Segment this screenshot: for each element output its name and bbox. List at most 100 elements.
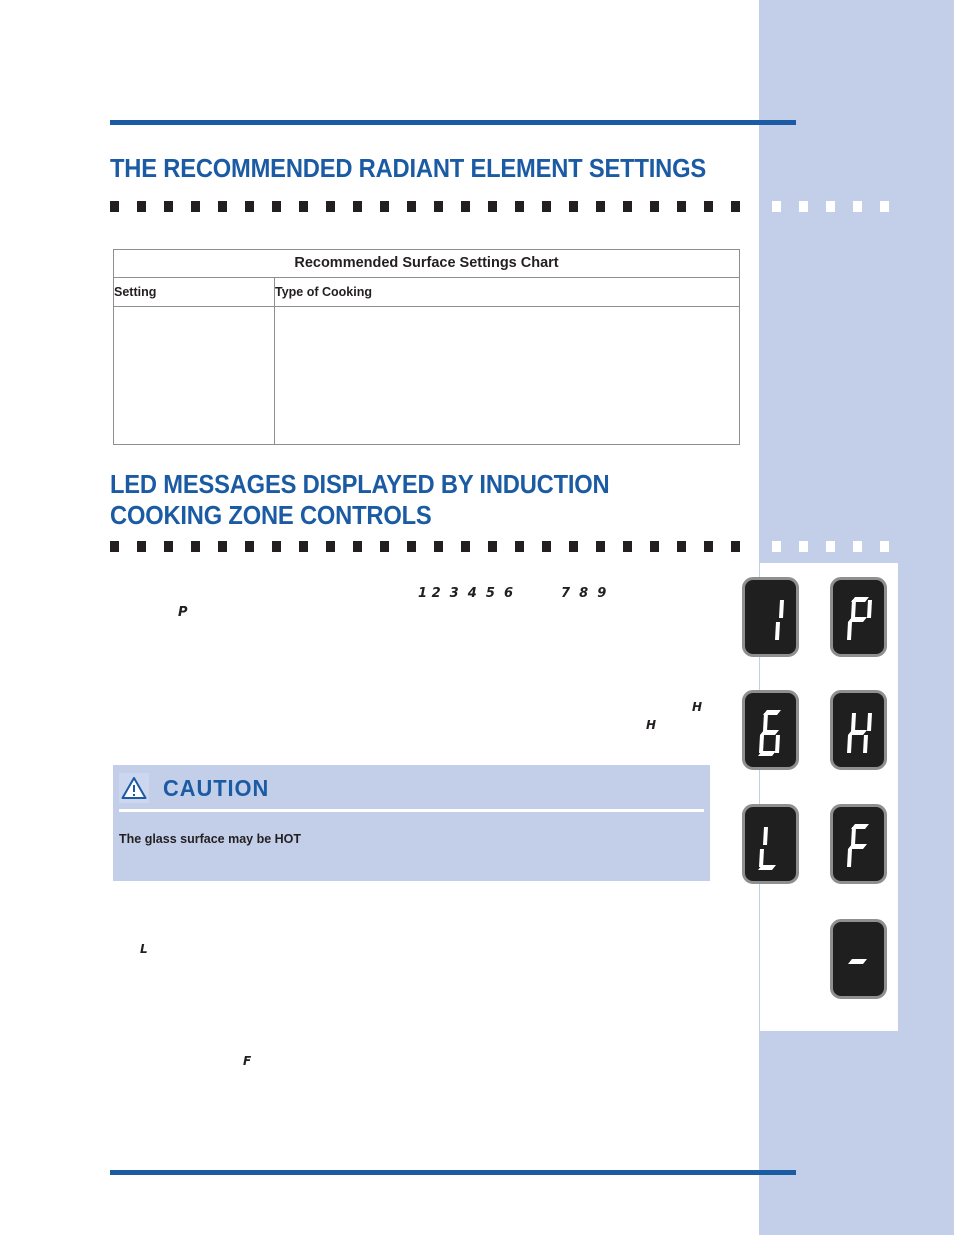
separator-dot <box>515 201 524 212</box>
led-seven-segment-icon <box>833 580 884 654</box>
separator-dot <box>245 541 254 552</box>
led-tile-H <box>830 690 887 770</box>
led-segment-f <box>851 713 856 731</box>
led-segment-f <box>851 827 856 845</box>
separator-dot <box>569 541 578 552</box>
separator-dot <box>272 201 281 212</box>
led-segment-e <box>759 735 764 753</box>
led-segment-g <box>848 959 867 964</box>
led-segment-b <box>867 600 872 618</box>
separator-dot <box>407 541 416 552</box>
dotted-separator-sidebar-1 <box>772 201 907 212</box>
led-segment-b <box>779 600 784 618</box>
separator-dot <box>137 541 146 552</box>
separator-dot <box>623 541 632 552</box>
separator-dot <box>353 541 362 552</box>
separator-dot <box>826 541 835 552</box>
separator-dot <box>731 201 740 212</box>
table-title: Recommended Surface Settings Chart <box>113 249 740 278</box>
separator-dot <box>853 541 862 552</box>
column-header-setting: Setting <box>113 277 275 307</box>
led-segment-f <box>851 600 856 618</box>
led-tile-P <box>830 577 887 657</box>
led-tile-L <box>742 804 799 884</box>
header-rule <box>110 120 796 125</box>
separator-dot <box>880 541 889 552</box>
caution-divider <box>119 809 704 812</box>
separator-dot <box>137 201 146 212</box>
separator-dot <box>353 201 362 212</box>
warning-triangle-icon <box>119 773 149 803</box>
separator-dot <box>218 201 227 212</box>
separator-dot <box>110 201 119 212</box>
separator-dot <box>677 541 686 552</box>
led-seven-segment-icon <box>833 807 884 881</box>
separator-dot <box>407 201 416 212</box>
separator-dot <box>772 201 781 212</box>
separator-dot <box>110 541 119 552</box>
led-tile-F <box>830 804 887 884</box>
caution-message: The glass surface may be HOT <box>119 832 302 846</box>
caution-header: CAUTION <box>113 765 710 811</box>
footer-rule <box>110 1170 796 1175</box>
separator-dot <box>164 201 173 212</box>
caution-box: CAUTION The glass surface may be HOT <box>113 765 710 881</box>
caution-title: CAUTION <box>163 774 270 801</box>
led-segment-g <box>848 617 867 622</box>
led-tile-6 <box>742 690 799 770</box>
led-seven-segment-icon <box>833 693 884 767</box>
separator-dot <box>731 541 740 552</box>
dotted-separator-1 <box>110 201 758 212</box>
separator-dot <box>880 201 889 212</box>
separator-dot <box>650 541 659 552</box>
separator-dot <box>434 541 443 552</box>
led-segment-g <box>848 844 867 849</box>
separator-dot <box>191 201 200 212</box>
inline-led-glyph: P <box>178 605 188 620</box>
separator-dot <box>326 541 335 552</box>
separator-dot <box>299 201 308 212</box>
led-segment-e <box>759 849 764 867</box>
led-segment-b <box>867 713 872 731</box>
separator-dot <box>704 541 713 552</box>
inline-led-glyph: 1 2 3 4 5 6 <box>418 586 514 601</box>
table-row <box>113 306 740 445</box>
separator-dot <box>191 541 200 552</box>
cell-type-of-cooking <box>274 306 740 445</box>
separator-dot <box>164 541 173 552</box>
separator-dot <box>218 541 227 552</box>
led-seven-segment-icon <box>745 807 796 881</box>
separator-dot <box>704 201 713 212</box>
led-segment-e <box>847 735 852 753</box>
page-title-led-messages: LED MESSAGES DISPLAYED BY INDUCTION COOK… <box>110 471 610 530</box>
separator-dot <box>515 541 524 552</box>
led-seven-segment-icon <box>745 580 796 654</box>
separator-dot <box>380 541 389 552</box>
separator-dot <box>772 541 781 552</box>
separator-dot <box>434 201 443 212</box>
separator-dot <box>596 541 605 552</box>
led-seven-segment-icon <box>745 693 796 767</box>
led-seven-segment-icon <box>833 922 884 996</box>
separator-dot <box>853 201 862 212</box>
separator-dot <box>799 541 808 552</box>
separator-dot <box>826 201 835 212</box>
led-tile-1 <box>742 577 799 657</box>
led-segment-c <box>775 622 780 640</box>
separator-dot <box>488 541 497 552</box>
dotted-separator-sidebar-2 <box>772 541 907 552</box>
separator-dot <box>542 201 551 212</box>
led-segment-c <box>775 735 780 753</box>
inline-led-glyph: F <box>243 1054 252 1068</box>
table-header-row: Setting Type of Cooking <box>113 277 740 307</box>
led-segment-e <box>847 849 852 867</box>
inline-led-glyph: 7 8 9 <box>561 586 607 601</box>
separator-dot <box>677 201 686 212</box>
separator-dot <box>380 201 389 212</box>
separator-dot <box>542 541 551 552</box>
separator-dot <box>461 201 470 212</box>
inline-led-glyph: H <box>646 718 657 732</box>
separator-dot <box>569 201 578 212</box>
separator-dot <box>623 201 632 212</box>
separator-dot <box>799 201 808 212</box>
